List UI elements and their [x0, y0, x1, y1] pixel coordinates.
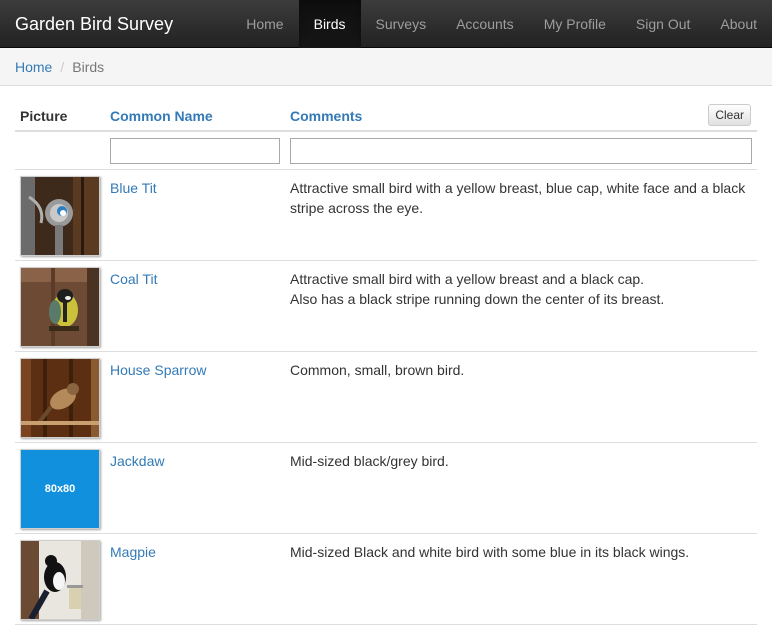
bird-name-link[interactable]: Blue Tit [110, 178, 157, 198]
bird-comment: Common, small, brown bird. [290, 360, 755, 380]
comments-filter-input[interactable] [290, 138, 752, 164]
nav-item-home[interactable]: Home [231, 0, 298, 48]
nav-item-my-profile[interactable]: My Profile [529, 0, 621, 48]
app-title[interactable]: Garden Bird Survey [15, 13, 173, 35]
breadcrumb-current: Birds [72, 58, 105, 75]
comment-line: Common, small, brown bird. [290, 362, 465, 378]
house-sparrow-photo[interactable] [20, 358, 100, 438]
table-row: 80x80 Jackdaw Mid-sized black/grey bird. [15, 443, 757, 534]
comment-line: Attractive small bird with a yellow brea… [290, 180, 746, 216]
bird-name-link[interactable]: Coal Tit [110, 269, 157, 289]
clear-filters-button[interactable]: Clear [708, 104, 751, 126]
bird-comment: Mid-sized Black and white bird with some… [290, 542, 755, 562]
nav-menu: Home Birds Surveys Accounts My Profile S… [231, 0, 772, 48]
table-row: Coal Tit Attractive small bird with a ye… [15, 261, 757, 352]
nav-item-sign-out[interactable]: Sign Out [621, 0, 705, 48]
table-row: House Sparrow Common, small, brown bird. [15, 352, 757, 443]
breadcrumb-separator: / [60, 58, 65, 75]
navbar: Garden Bird Survey Home Birds Surveys Ac… [0, 0, 772, 48]
magpie-photo[interactable] [20, 540, 100, 620]
table-header-row: Picture Common Name Comments Clear [15, 98, 757, 132]
comment-line: Mid-sized black/grey bird. [290, 453, 449, 469]
comment-line: Mid-sized Black and white bird with some… [290, 544, 690, 560]
bird-name-link[interactable]: House Sparrow [110, 360, 207, 380]
nav-item-about[interactable]: About [705, 0, 772, 48]
table-row: Blue Tit Attractive small bird with a ye… [15, 170, 757, 261]
nav-item-surveys[interactable]: Surveys [361, 0, 442, 48]
table-row: Magpie Mid-sized Black and white bird wi… [15, 534, 757, 625]
comment-line: Also has a black stripe running down the… [290, 291, 665, 307]
bird-name-link[interactable]: Magpie [110, 542, 156, 562]
bird-comment: Attractive small bird with a yellow brea… [290, 269, 755, 309]
bird-name-link[interactable]: Jackdaw [110, 451, 164, 471]
common-name-filter-input[interactable] [110, 138, 280, 164]
breadcrumb-home-link[interactable]: Home [15, 59, 52, 75]
bird-comment: Mid-sized black/grey bird. [290, 451, 755, 471]
coal-tit-photo[interactable] [20, 267, 100, 347]
filter-row [15, 132, 757, 170]
header-picture: Picture [20, 108, 68, 124]
bird-comment: Attractive small bird with a yellow brea… [290, 178, 755, 218]
header-common-name-sort[interactable]: Common Name [110, 108, 213, 124]
breadcrumb: Home / Birds [0, 48, 772, 86]
jackdaw-placeholder-image[interactable]: 80x80 [20, 449, 100, 529]
header-comments-sort[interactable]: Comments [290, 108, 362, 124]
comment-line: Attractive small bird with a yellow brea… [290, 271, 645, 287]
nav-item-accounts[interactable]: Accounts [441, 0, 529, 48]
nav-item-birds[interactable]: Birds [298, 0, 361, 48]
blue-tit-photo[interactable] [20, 176, 100, 256]
birds-table: Picture Common Name Comments Clear Blue … [15, 98, 757, 625]
